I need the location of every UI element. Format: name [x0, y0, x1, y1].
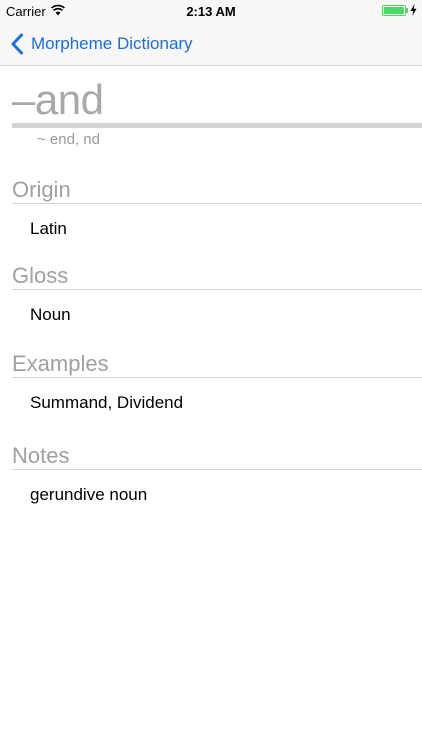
- status-time: 2:13 AM: [186, 4, 236, 19]
- chevron-left-icon: [11, 33, 23, 55]
- morpheme-title: –and: [12, 76, 104, 123]
- section-value: Noun: [30, 305, 71, 324]
- section-examples: Examples Summand, Dividend: [12, 351, 422, 413]
- morpheme-variants: ~ end, nd: [37, 131, 100, 148]
- section-divider: [12, 289, 422, 290]
- section-header: Examples: [12, 351, 109, 376]
- back-button[interactable]: Morpheme Dictionary: [10, 22, 193, 66]
- title-underline: [12, 123, 422, 128]
- section-gloss: Gloss Noun: [12, 263, 422, 325]
- navigation-bar: Morpheme Dictionary: [0, 22, 422, 66]
- screen: Carrier 2:13 AM Morpheme Dictionary –and…: [0, 0, 422, 750]
- section-header: Origin: [12, 177, 71, 202]
- section-divider: [12, 377, 422, 378]
- section-value: Summand, Dividend: [30, 393, 184, 412]
- status-bar: Carrier 2:13 AM: [0, 0, 422, 22]
- battery-charging-icon: [382, 4, 417, 17]
- section-divider: [12, 203, 422, 204]
- section-origin: Origin Latin: [12, 177, 422, 239]
- section-value: gerundive noun: [30, 485, 148, 504]
- section-header: Notes: [12, 443, 70, 468]
- back-label: Morpheme Dictionary: [31, 34, 193, 53]
- section-divider: [12, 469, 422, 470]
- section-notes: Notes gerundive noun: [12, 443, 422, 505]
- section-value: Latin: [30, 219, 67, 238]
- section-header: Gloss: [12, 263, 69, 288]
